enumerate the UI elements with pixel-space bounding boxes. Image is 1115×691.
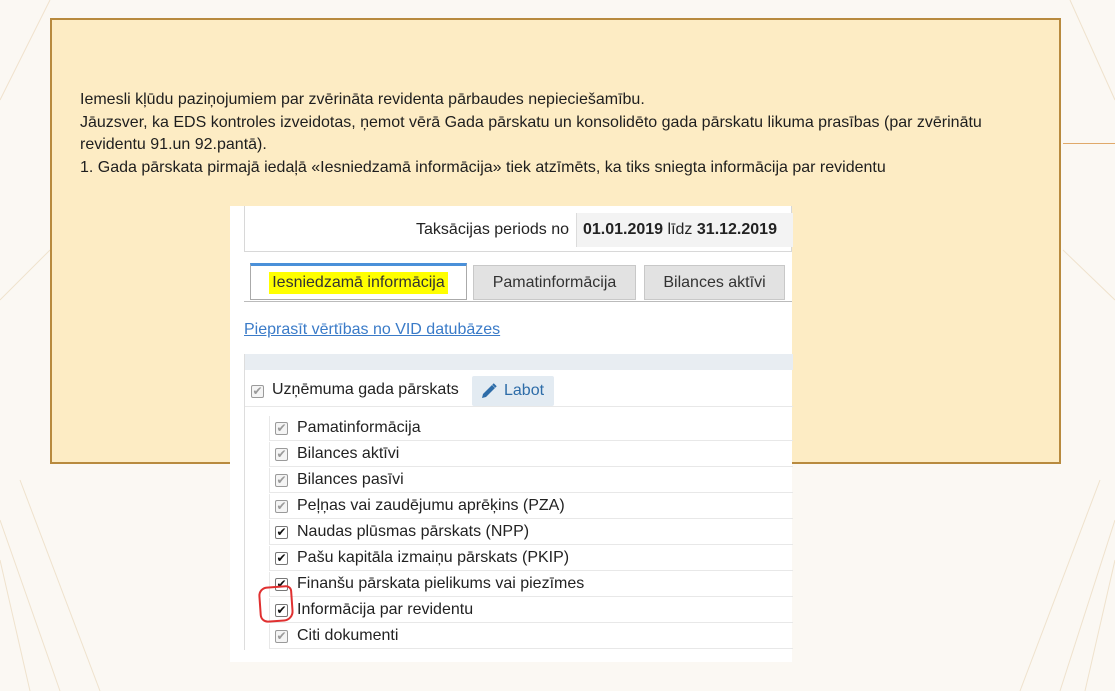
slide-line-1: Iemesli kļūdu paziņojumiem par zvērināta…	[80, 91, 645, 108]
list-item: ✔ Peļņas vai zaudējumu aprēķins (PZA)	[269, 494, 793, 519]
list-item: ✔ Informācija par revidentu	[269, 598, 793, 623]
tab-bilances-aktivi[interactable]: Bilances aktīvi	[644, 265, 785, 300]
period-mid: līdz	[667, 221, 693, 238]
root-checkbox[interactable]: ✔	[251, 385, 264, 398]
slide-line-3: 1. Gada pārskata pirmajā iedaļā «Iesnied…	[80, 158, 886, 176]
list-item: ✔ Pašu kapitāla izmaiņu pārskats (PKIP)	[269, 546, 793, 571]
item-label: Informācija par revidentu	[297, 601, 474, 618]
tab-label: Iesniedzamā informācija	[269, 271, 448, 294]
item-checkbox[interactable]: ✔	[275, 448, 288, 461]
period-from: 01.01.2019	[583, 221, 664, 238]
list-item: ✔ Citi dokumenti	[269, 624, 793, 649]
tab-pamatinformacija[interactable]: Pamatinformācija	[473, 265, 636, 300]
item-label: Pamatinformācija	[297, 419, 421, 436]
tab-iesniedzama-informacija[interactable]: Iesniedzamā informācija	[250, 263, 467, 300]
slide-text: Iemesli kļūdu paziņojumiem par zvērināta…	[80, 89, 1050, 179]
list-item: ✔ Bilances pasīvi	[269, 468, 793, 493]
tax-period-value-cell: 01.01.2019 līdz 31.12.2019	[576, 213, 793, 247]
item-checkbox[interactable]: ✔	[275, 500, 288, 513]
list-item: ✔ Pamatinformācija	[269, 416, 793, 441]
tax-period-value: 01.01.2019 līdz 31.12.2019	[583, 221, 777, 239]
item-label: Bilances aktīvi	[297, 445, 400, 462]
decorative-line	[1063, 143, 1115, 144]
tab-label: Bilances aktīvi	[663, 273, 766, 291]
list-item: ✔ Naudas plūsmas pārskats (NPP)	[269, 520, 793, 545]
item-checkbox[interactable]: ✔	[275, 526, 288, 539]
pencil-icon	[480, 382, 498, 400]
tab-underline	[244, 301, 792, 302]
root-report-row: ✔ Uzņēmuma gada pārskats Labot	[245, 376, 793, 407]
period-to: 31.12.2019	[696, 221, 777, 238]
report-checklist: ✔ Uzņēmuma gada pārskats Labot ✔ Pamatin…	[244, 354, 793, 650]
vid-request-link[interactable]: Pieprasīt vērtības no VID datubāzes	[244, 321, 500, 339]
item-label: Pašu kapitāla izmaiņu pārskats (PKIP)	[297, 549, 570, 566]
slide-line-2: Jāuzsver, ka EDS kontroles izveidotas, ņ…	[80, 113, 982, 154]
list-item: ✔ Finanšu pārskata pielikums vai piezīme…	[269, 572, 793, 597]
item-checkbox[interactable]: ✔	[275, 422, 288, 435]
embedded-screenshot: Taksācijas periods no 01.01.2019 līdz 31…	[230, 206, 793, 662]
edit-button[interactable]: Labot	[472, 376, 554, 406]
item-checkbox[interactable]: ✔	[275, 630, 288, 643]
list-item: ✔ Bilances aktīvi	[269, 442, 793, 467]
tax-period-label: Taksācijas periods no	[416, 221, 569, 238]
annotation-circle	[257, 584, 295, 624]
checklist-header	[245, 354, 793, 370]
item-label: Finanšu pārskata pielikums vai piezīmes	[297, 575, 585, 592]
item-checkbox[interactable]: ✔	[275, 552, 288, 565]
item-label: Citi dokumenti	[297, 627, 399, 644]
tab-label: Pamatinformācija	[492, 273, 617, 291]
item-label: Naudas plūsmas pārskats (NPP)	[297, 523, 530, 540]
root-report-label: Uzņēmuma gada pārskats	[272, 381, 459, 398]
tax-period-row: Taksācijas periods no 01.01.2019 līdz 31…	[244, 206, 793, 252]
item-checkbox[interactable]: ✔	[275, 474, 288, 487]
edit-button-label: Labot	[504, 382, 545, 399]
item-label: Bilances pasīvi	[297, 471, 404, 488]
item-label: Peļņas vai zaudējumu aprēķins (PZA)	[297, 497, 565, 514]
